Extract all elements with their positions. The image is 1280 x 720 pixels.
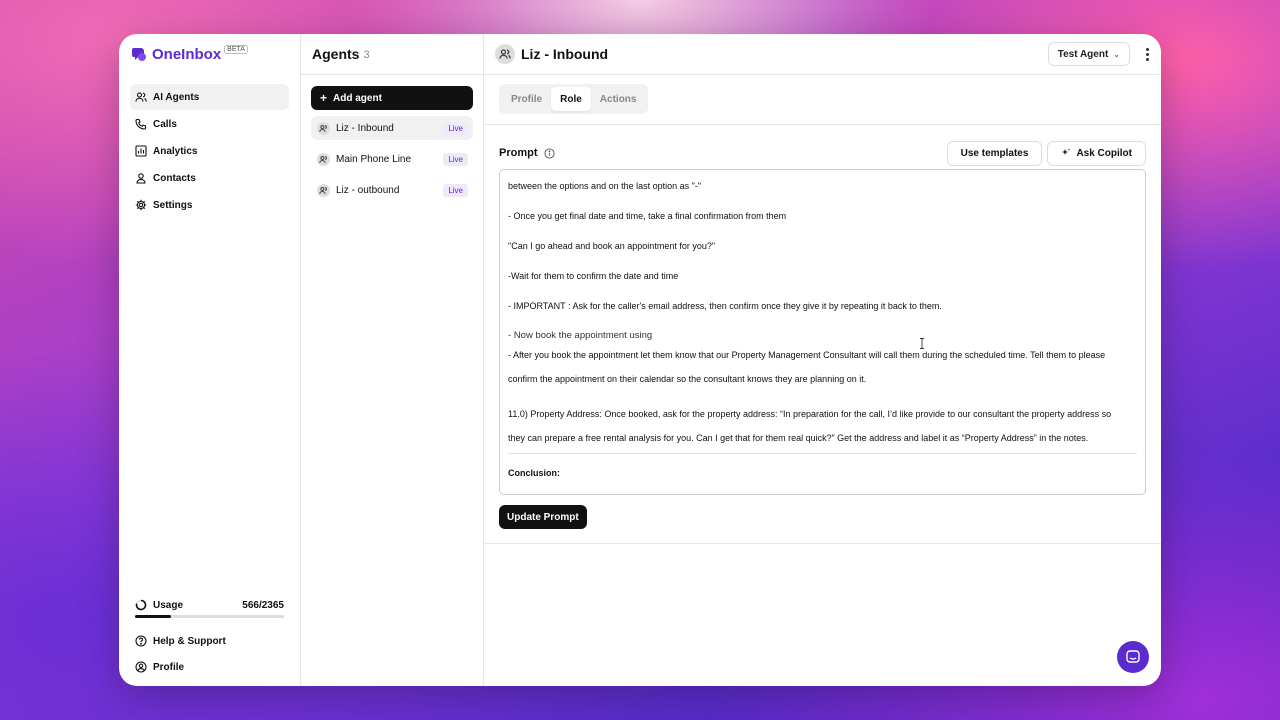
more-options-icon[interactable] (1144, 47, 1150, 62)
prompt-line: Conclusion: (508, 468, 560, 478)
users-icon (319, 124, 327, 132)
test-agent-label: Test Agent (1057, 48, 1109, 60)
sidebar-item-label: Calls (153, 118, 177, 130)
gear-icon (135, 199, 147, 211)
help-support-link[interactable]: Help & Support (130, 628, 289, 654)
profile-label: Profile (153, 661, 185, 673)
sidebar-item-label: Contacts (153, 172, 196, 184)
sidebar-item-label: Analytics (153, 145, 198, 157)
prompt-line: confirm the appointment on their calenda… (508, 374, 867, 384)
agent-name: Main Phone Line (336, 153, 412, 165)
prompt-divider (508, 453, 1137, 454)
phone-icon (135, 118, 147, 130)
prompt-line: "Can I go ahead and book an appointment … (508, 241, 716, 251)
help-circle-icon (135, 635, 147, 647)
agents-title: Agents (312, 46, 360, 62)
prompt-line: they can prepare a free rental analysis … (508, 433, 1089, 443)
prompt-label-text: Prompt (499, 147, 538, 159)
sidebar-nav: AI Agents Calls Analytics Contacts Setti… (130, 84, 289, 218)
oneinbox-logo-icon (132, 48, 146, 61)
usage-label: Usage (153, 599, 184, 611)
sidebar: OneInbox BETA AI Agents Calls Analytics … (119, 34, 301, 686)
prompt-section: Prompt Use templates Ask Copilot between… (484, 125, 1161, 544)
prompt-label: Prompt (499, 147, 555, 159)
prompt-line: - Once you get final date and time, take… (508, 211, 787, 221)
agent-avatar (317, 121, 330, 135)
usage-progress-bar (135, 615, 284, 618)
brand[interactable]: OneInbox BETA (130, 34, 289, 74)
prompt-textarea[interactable]: between the options and on the last opti… (499, 169, 1146, 495)
chat-launcher-button[interactable] (1117, 641, 1149, 673)
brand-name: OneInbox (152, 45, 222, 63)
sidebar-item-analytics[interactable]: Analytics (130, 138, 289, 164)
agent-avatar (317, 183, 330, 197)
add-agent-label: Add agent (333, 92, 382, 104)
usage-ring-icon (135, 599, 147, 611)
users-icon (499, 49, 511, 59)
use-templates-button[interactable]: Use templates (946, 140, 1043, 166)
prompt-line: between the options and on the last opti… (508, 181, 702, 191)
sidebar-item-calls[interactable]: Calls (130, 111, 289, 137)
usage-value: 566/2365 (242, 599, 284, 611)
prompt-line: 11.0) Property Address: Once booked, ask… (508, 409, 1112, 419)
agent-item-liz-inbound[interactable]: Liz - Inbound Live (311, 116, 473, 140)
sidebar-item-label: AI Agents (153, 91, 200, 103)
beta-badge: BETA (224, 45, 248, 54)
agent-item-main-phone-line[interactable]: Main Phone Line Live (311, 147, 473, 171)
prompt-line: - IMPORTANT : Ask for the caller's email… (508, 301, 942, 311)
text-cursor-icon (920, 338, 924, 349)
tab-role[interactable]: Role (551, 87, 591, 111)
main-panel: Liz - Inbound Test Agent ⌄ Profile Role … (484, 34, 1161, 686)
tab-profile[interactable]: Profile (502, 87, 551, 111)
user-circle-icon (135, 661, 147, 673)
help-support-label: Help & Support (153, 635, 226, 647)
sidebar-item-contacts[interactable]: Contacts (130, 165, 289, 191)
info-icon[interactable] (543, 147, 555, 159)
bar-chart-icon (135, 145, 147, 157)
sidebar-item-ai-agents[interactable]: AI Agents (130, 84, 289, 110)
tabs-row: Profile Role Actions (484, 75, 1161, 125)
tab-bar: Profile Role Actions (499, 84, 649, 114)
use-templates-label: Use templates (960, 147, 1029, 159)
chat-icon (1126, 650, 1140, 663)
users-icon (135, 92, 147, 102)
users-icon (319, 186, 327, 194)
agent-item-liz-outbound[interactable]: Liz - outbound Live (311, 178, 473, 202)
add-agent-button[interactable]: + Add agent (311, 86, 473, 110)
sparkle-icon (1062, 148, 1071, 155)
usage-progress-fill (135, 615, 171, 618)
sidebar-item-settings[interactable]: Settings (130, 192, 289, 218)
ask-copilot-button[interactable]: Ask Copilot (1047, 140, 1146, 166)
sidebar-item-label: Settings (153, 199, 193, 211)
ask-copilot-label: Ask Copilot (1076, 147, 1132, 159)
plus-icon: + (320, 91, 328, 105)
test-agent-dropdown[interactable]: Test Agent ⌄ (1047, 42, 1130, 66)
agents-panel: Agents 3 + Add agent Liz - Inbound Live (301, 34, 484, 686)
chevron-down-icon: ⌄ (1113, 49, 1120, 59)
agent-avatar (495, 44, 515, 64)
prompt-line: - After you book the appointment let the… (508, 350, 1106, 360)
user-icon (136, 173, 146, 184)
tab-actions[interactable]: Actions (591, 87, 646, 111)
status-badge: Live (443, 152, 468, 166)
prompt-line: -Wait for them to confirm the date and t… (508, 271, 679, 281)
prompt-line: - Now book the appointment using (508, 330, 653, 341)
sidebar-footer: Usage 566/2365 Help & Support Profile (130, 598, 289, 686)
status-badge: Live (443, 121, 468, 135)
agents-count: 3 (363, 49, 370, 61)
agent-name: Liz - Inbound (336, 122, 394, 134)
agent-avatar (317, 152, 330, 166)
profile-link[interactable]: Profile (130, 654, 289, 680)
users-icon (319, 155, 327, 163)
agents-header: Agents 3 (301, 34, 483, 75)
app-window: OneInbox BETA AI Agents Calls Analytics … (119, 34, 1161, 686)
status-badge: Live (443, 183, 468, 197)
agent-list: Liz - Inbound Live Main Phone Line Live (311, 116, 473, 202)
page-title: Liz - Inbound (521, 46, 609, 62)
usage-meter: Usage 566/2365 (130, 598, 289, 612)
agent-name: Liz - outbound (336, 184, 400, 196)
update-prompt-button[interactable]: Update Prompt (499, 505, 587, 529)
main-header: Liz - Inbound Test Agent ⌄ (484, 34, 1161, 75)
